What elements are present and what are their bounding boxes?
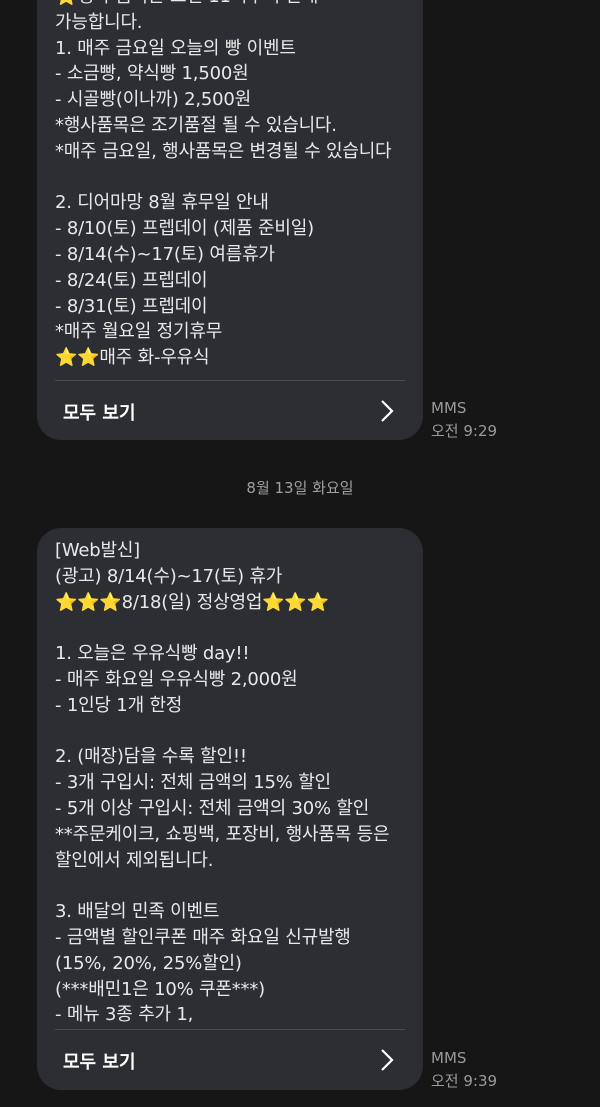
message-line: - 5개 이상 구입시: 전체 금액의 30% 할인 bbox=[55, 797, 370, 819]
message-line: - 8/10(토) 프렙데이 (제품 준비일) bbox=[55, 218, 314, 240]
message-line: [Web발신] bbox=[55, 540, 141, 561]
message-line: - 메뉴 3종 추가 1, bbox=[55, 1004, 194, 1026]
chevron-right-icon bbox=[381, 400, 394, 422]
message-line: 2. 디어마망 8월 휴무일 안내 bbox=[55, 192, 269, 214]
message-line: - 8/14(수)~17(토) 여름휴가 bbox=[55, 243, 275, 265]
message-line: 1. 오늘은 우유식빵 day!! bbox=[55, 643, 250, 665]
message-line: - 금액별 할인쿠폰 매주 화요일 신규발행 bbox=[55, 926, 351, 948]
message-line: *매주 금요일, 행사품목은 변경될 수 있습니다 bbox=[55, 140, 392, 162]
message-line: **주문케이크, 쇼핑백, 포장비, 행사품목 등은 bbox=[55, 823, 390, 845]
date-separator: 8월 13일 화요일 bbox=[246, 479, 354, 497]
message-line: 1. 매주 금요일 오늘의 빵 이벤트 bbox=[55, 37, 296, 59]
message-bubble[interactable]: [Web발신] (광고) 8/14(수)~17(토) 휴가 ⭐⭐⭐8/18(일) 정… bbox=[37, 528, 423, 1090]
message-line bbox=[55, 873, 409, 899]
message-line: - 1인당 1개 한정 bbox=[55, 694, 183, 716]
message-line: - 3개 구입시: 전체 금액의 15% 할인 bbox=[55, 772, 331, 794]
see-all-button[interactable]: 모두 보기 bbox=[37, 381, 423, 440]
message-line: (광고) 8/14(수)~17(토) 휴가 bbox=[55, 565, 283, 587]
message-line: - 시골빵(이나까) 2,500원 bbox=[55, 89, 252, 111]
see-all-button[interactable]: 모두 보기 bbox=[37, 1030, 423, 1090]
message-line: (15%, 20%, 25%할인) bbox=[55, 952, 242, 974]
message-line: ⭐⭐⭐8/18(일) 정상영업⭐⭐⭐ bbox=[55, 591, 329, 613]
message-time: 오전 9:29 bbox=[431, 422, 498, 440]
message-time: 오전 9:39 bbox=[431, 1072, 498, 1090]
message-line: - 소금빵, 약식빵 1,500원 bbox=[55, 63, 249, 85]
message-text: [Web발신] (광고) 8/14(수)~17(토) 휴가 ⭐⭐⭐8/18(일) 정… bbox=[55, 538, 409, 1028]
message-line bbox=[55, 719, 409, 745]
message-line bbox=[55, 615, 409, 641]
message-line: - 8/31(토) 프렙데이 bbox=[55, 295, 208, 317]
message-meta: MMS 오전 9:29 bbox=[431, 397, 497, 443]
message-line: 3. 배달의 민족 이벤트 bbox=[55, 901, 220, 923]
message-line: 가능합니다. bbox=[55, 11, 143, 33]
message-line bbox=[55, 165, 409, 191]
see-all-label: 모두 보기 bbox=[63, 403, 136, 424]
message-line: ⭐행사 품목은 오전 11시부터 판매 bbox=[55, 0, 409, 10]
message-line: *매주 월요일 정기휴무 bbox=[55, 321, 223, 343]
message-line: *행사품목은 조기품절 될 수 있습니다. bbox=[55, 114, 337, 136]
see-all-label: 모두 보기 bbox=[63, 1052, 136, 1073]
chevron-right-icon bbox=[381, 1049, 394, 1071]
message-meta: MMS 오전 9:39 bbox=[431, 1047, 497, 1093]
message-line: (***배민1은 10% 쿠폰***) bbox=[55, 978, 265, 1000]
message-text: ⭐행사 품목은 오전 11시부터 판매가능합니다. 1. 매주 금요일 오늘의 빵… bbox=[55, 0, 409, 371]
message-line: 2. (매장)담을 수록 할인!! bbox=[55, 746, 247, 768]
message-line: 할인에서 제외됩니다. bbox=[55, 849, 214, 871]
message-bubble[interactable]: ⭐행사 품목은 오전 11시부터 판매가능합니다. 1. 매주 금요일 오늘의 빵… bbox=[37, 0, 423, 440]
message-type: MMS bbox=[431, 399, 467, 417]
message-line: - 8/24(토) 프렙데이 bbox=[55, 269, 208, 291]
message-type: MMS bbox=[431, 1049, 467, 1067]
message-line: - 매주 화요일 우유식빵 2,000원 bbox=[55, 668, 298, 690]
message-line: ⭐⭐매주 화-우유식 bbox=[55, 347, 210, 369]
